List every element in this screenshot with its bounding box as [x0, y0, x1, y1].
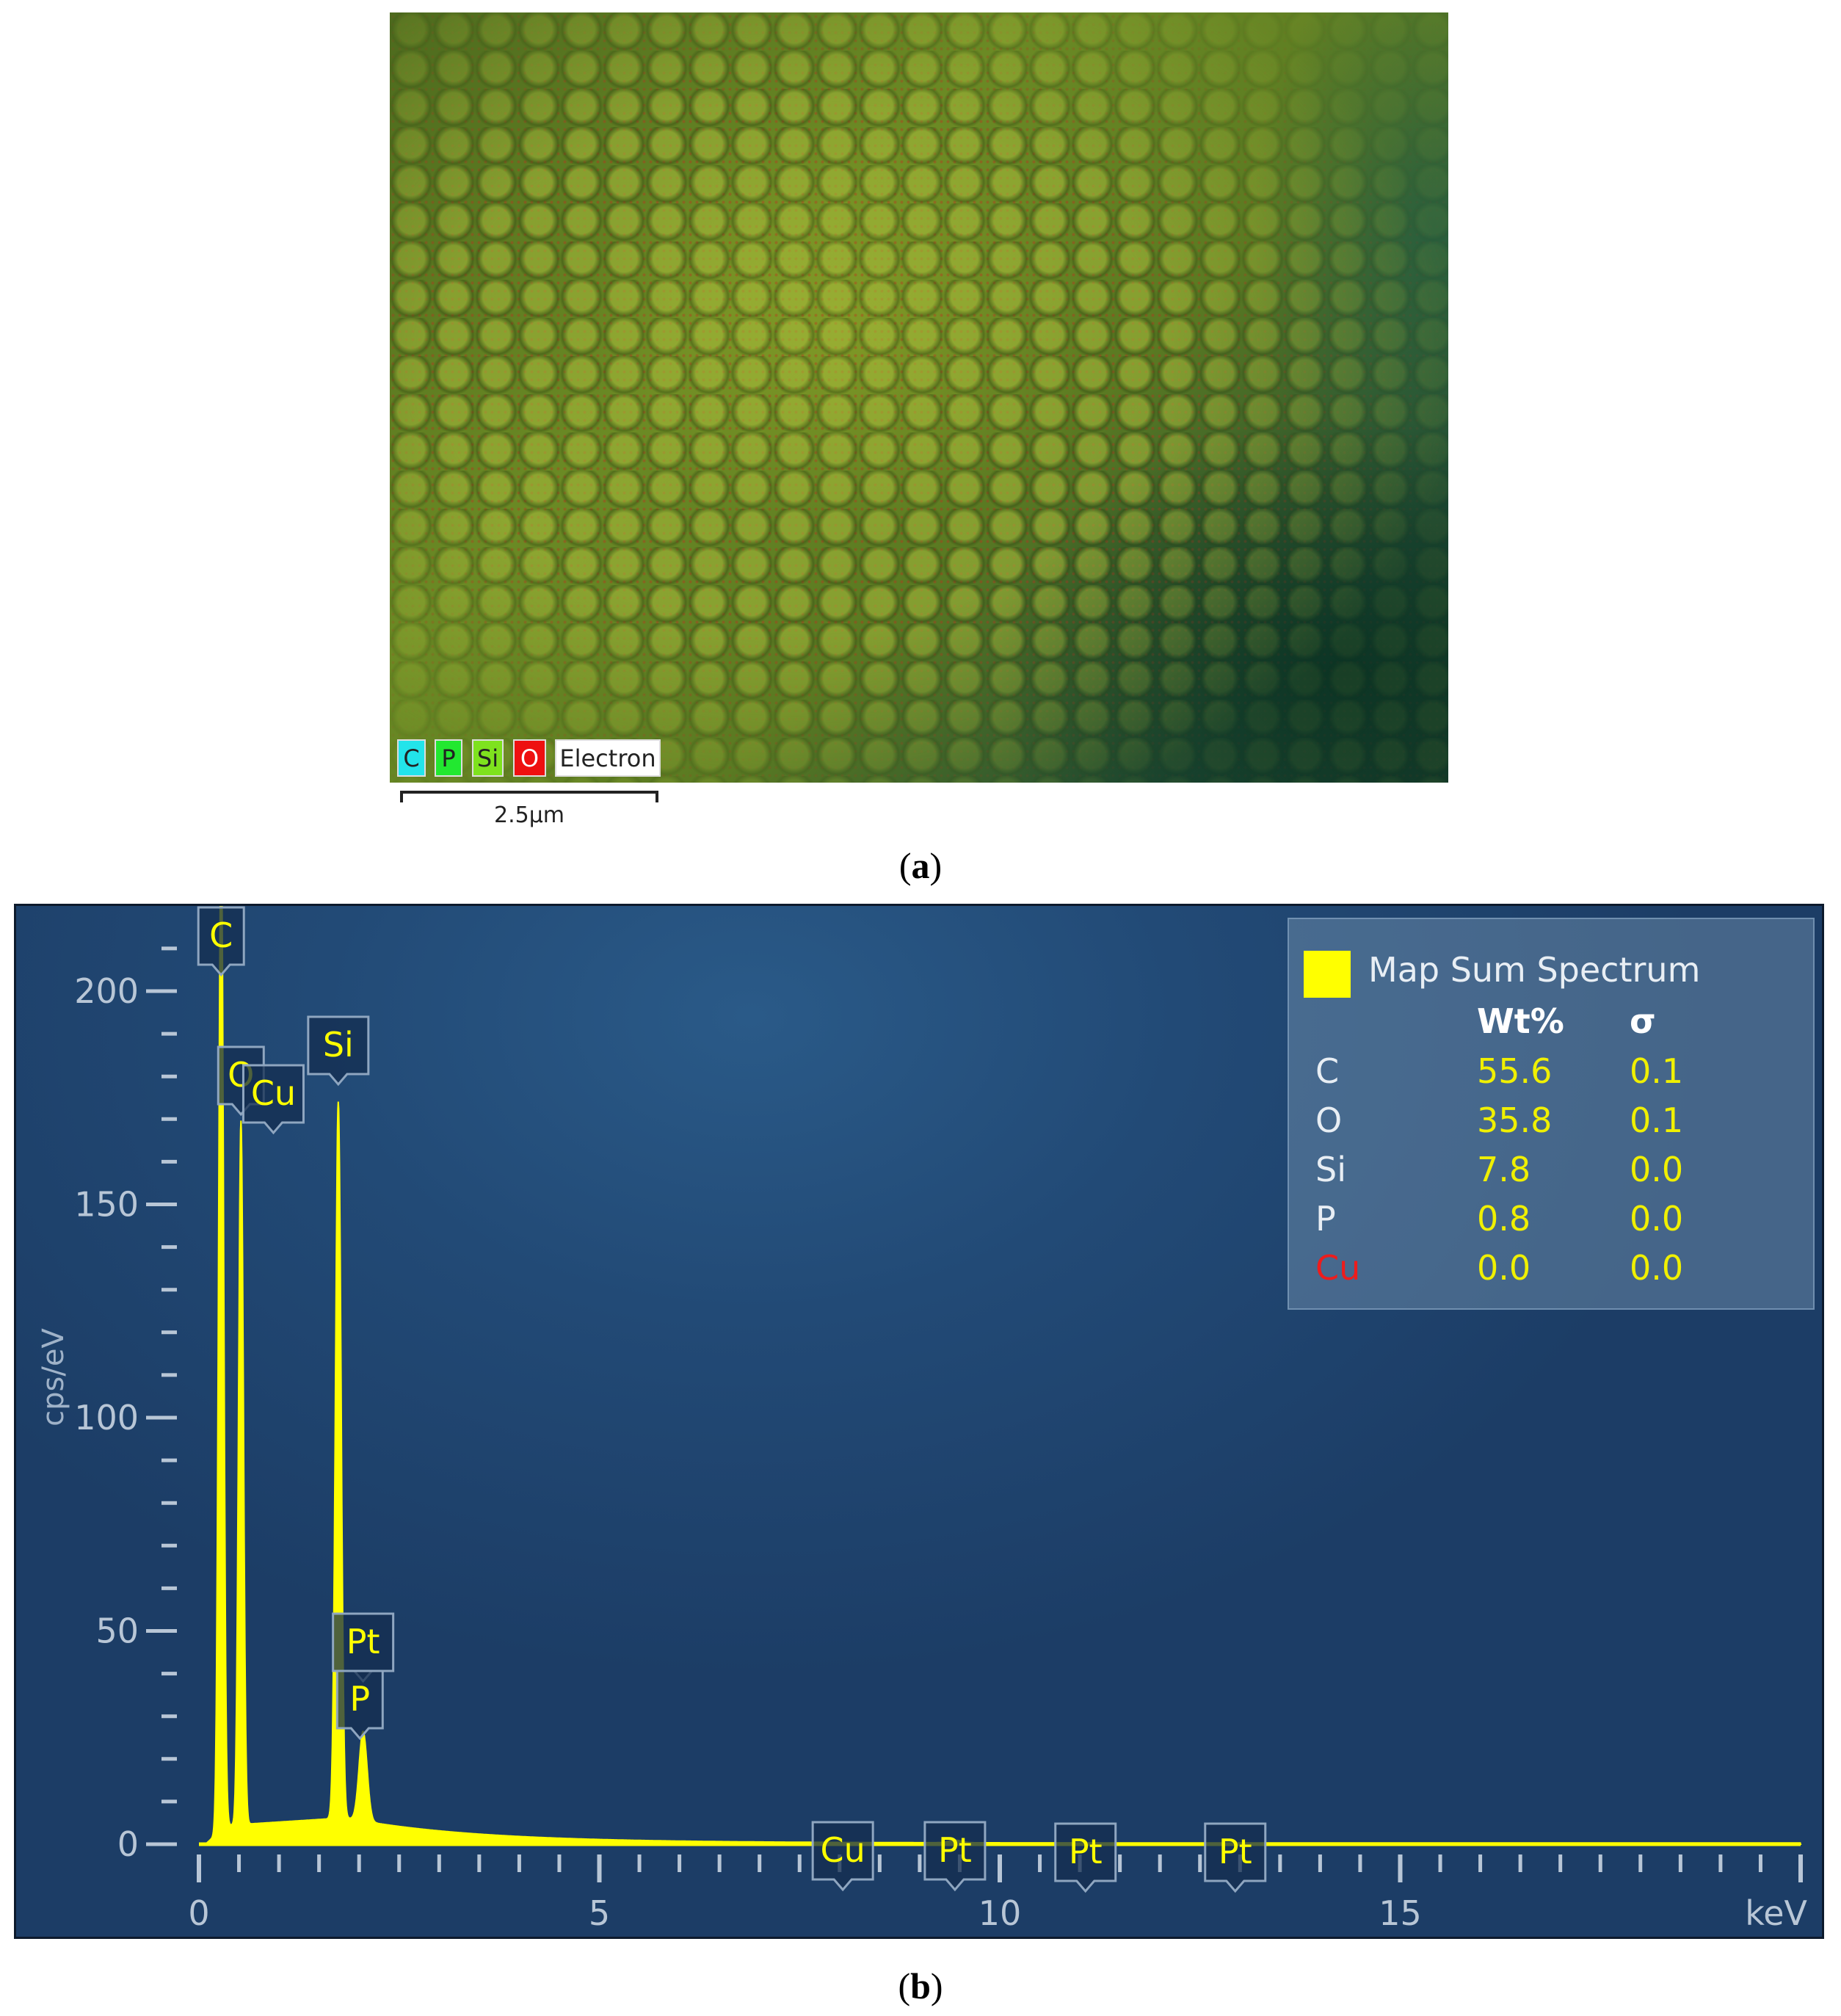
y-tick-label: 200 — [74, 971, 139, 1011]
peak-label-text: C — [209, 915, 233, 955]
legend-element: Si — [1315, 1150, 1346, 1189]
x-tick-label: 10 — [978, 1893, 1022, 1933]
legend-element: Cu — [1315, 1248, 1361, 1288]
legend-wt: 0.8 — [1477, 1199, 1531, 1239]
peak-label-text: Si — [323, 1025, 354, 1065]
caption-a: (a) — [898, 845, 943, 886]
peak-label-cu: Cu — [811, 1821, 874, 1892]
peak-label-pt: Pt — [1054, 1822, 1117, 1893]
legend-sigma: 0.1 — [1630, 1101, 1684, 1140]
peak-label-text: P — [349, 1679, 370, 1719]
peak-label-c: C — [197, 906, 245, 977]
y-tick-label: 0 — [117, 1824, 139, 1864]
legend-col-wt: Wt% — [1477, 1001, 1564, 1041]
caption-b: (b) — [898, 1965, 943, 2006]
legend-row: C 55.6 0.1 — [1289, 1051, 1813, 1100]
map-legend-chip-si: Si — [472, 739, 504, 777]
x-tick-label: 0 — [188, 1893, 209, 1933]
eds-spectrum-chart: 0 50 100 150 200 cps/eV 0 5 10 15 keV C O Cu Si Pt P Cu Pt… — [14, 904, 1824, 1939]
legend-row: Cu 0.0 0.0 — [1289, 1248, 1813, 1297]
peak-label-text: Pt — [346, 1622, 380, 1661]
map-legend-chip-c: C — [397, 739, 426, 777]
scale-bar-label: 2.5µm — [493, 802, 565, 828]
x-tick-label: 15 — [1379, 1893, 1422, 1933]
legend-row: Si 7.8 0.0 — [1289, 1150, 1813, 1198]
sem-eds-map-image — [390, 12, 1448, 783]
peak-label-text: Pt — [1219, 1832, 1252, 1871]
legend-wt: 55.6 — [1477, 1051, 1553, 1091]
legend-wt: 7.8 — [1477, 1150, 1531, 1189]
legend-element: O — [1315, 1101, 1343, 1140]
peak-label-text: Cu — [821, 1830, 865, 1870]
x-axis-label: keV — [1745, 1893, 1807, 1933]
legend-wt: 35.8 — [1477, 1101, 1553, 1140]
y-axis-label: cps/eV — [37, 1328, 70, 1426]
scale-bar — [400, 791, 658, 802]
legend-row: P 0.8 0.0 — [1289, 1199, 1813, 1247]
legend-col-sigma: σ — [1630, 1001, 1656, 1041]
peak-label-pt: Pt — [923, 1821, 987, 1892]
legend-row: O 35.8 0.1 — [1289, 1101, 1813, 1149]
legend-wt: 0.0 — [1477, 1248, 1531, 1288]
peak-label-pt: Pt — [1204, 1822, 1267, 1893]
peak-label-p: P — [335, 1669, 384, 1741]
y-tick-label: 50 — [95, 1611, 139, 1651]
y-tick-label: 150 — [74, 1185, 139, 1225]
peak-label-text: Pt — [938, 1830, 972, 1870]
peak-label-cu: Cu — [242, 1064, 305, 1135]
y-tick-label: 100 — [74, 1398, 139, 1437]
legend-element: C — [1315, 1051, 1340, 1091]
legend-sigma: 0.1 — [1630, 1051, 1684, 1091]
map-legend-chip-o: O — [513, 739, 546, 777]
peak-label-si: Si — [307, 1015, 370, 1087]
legend-swatch — [1304, 951, 1351, 998]
map-legend-chip-electron: Electron — [555, 739, 661, 777]
legend-title: Map Sum Spectrum — [1368, 950, 1701, 990]
peak-label-text: Pt — [1069, 1832, 1103, 1871]
legend-sigma: 0.0 — [1630, 1248, 1684, 1288]
spectrum-legend: Map Sum Spectrum Wt% σ C 55.6 0.1 O 35.8 0.1 S… — [1288, 918, 1815, 1310]
peak-label-text: Cu — [251, 1073, 296, 1113]
sem-texture — [390, 12, 1448, 783]
legend-sigma: 0.0 — [1630, 1150, 1684, 1189]
legend-element: P — [1315, 1199, 1336, 1239]
map-legend-chip-p: P — [435, 739, 462, 777]
legend-sigma: 0.0 — [1630, 1199, 1684, 1239]
x-tick-label: 5 — [589, 1893, 610, 1933]
